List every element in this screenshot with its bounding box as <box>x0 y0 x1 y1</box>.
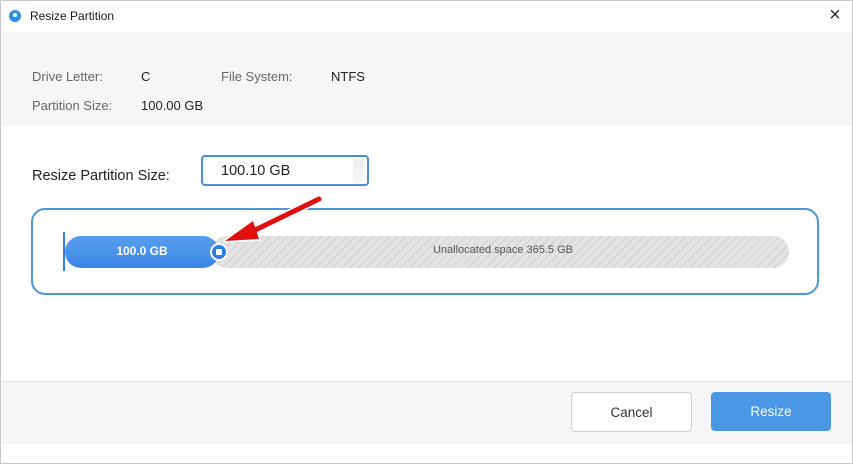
handle-grip-icon <box>216 249 222 255</box>
file-system-label: File System: <box>221 69 293 84</box>
partition-bar-label: 100.0 GB <box>116 244 168 258</box>
window-title: Resize Partition <box>30 9 115 23</box>
title-bar: Resize Partition × <box>1 1 852 32</box>
file-system-value: NTFS <box>331 69 365 84</box>
resize-partition-dialog: Resize Partition × Drive Letter: C File … <box>0 0 853 464</box>
size-spinner[interactable] <box>353 159 364 183</box>
resize-size-input[interactable] <box>201 155 369 186</box>
drive-letter-label: Drive Letter: <box>32 69 103 84</box>
partition-size-value: 100.00 GB <box>141 98 204 113</box>
resize-size-label: Resize Partition Size: <box>32 168 170 184</box>
cancel-button[interactable]: Cancel <box>571 392 692 432</box>
drive-letter-value: C <box>141 69 151 84</box>
close-button[interactable]: × <box>824 5 846 27</box>
resize-button[interactable]: Resize <box>711 392 831 431</box>
annotation-arrow-icon <box>223 195 323 243</box>
app-logo-icon <box>9 10 21 22</box>
partition-info-panel: Drive Letter: C File System: NTFS Partit… <box>1 32 852 126</box>
unallocated-space-label: Unallocated space 365.5 GB <box>432 244 574 256</box>
partition-size-label: Partition Size: <box>32 98 113 113</box>
